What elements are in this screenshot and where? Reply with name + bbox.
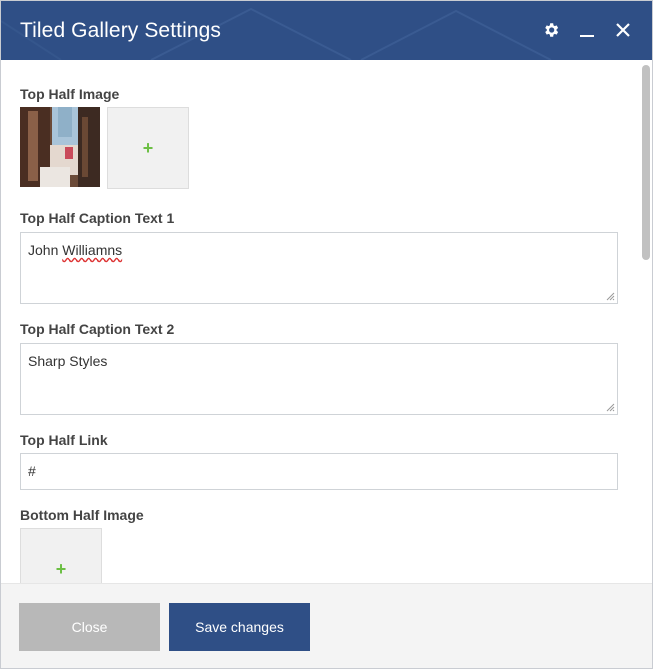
settings-dialog: Tiled Gallery Settings Top Half Image + … (0, 0, 653, 669)
close-button[interactable]: Close (19, 603, 160, 651)
scrollbar-thumb[interactable] (642, 65, 650, 260)
bottom-half-image-add-button[interactable]: + (20, 528, 102, 583)
caption1-label: Top Half Caption Text 1 (20, 210, 175, 226)
top-half-image-add-button[interactable]: + (107, 107, 189, 189)
title-controls (540, 19, 634, 41)
dialog-body: Top Half Image + Top Half Caption Text 1 (1, 60, 652, 583)
caption2-label: Top Half Caption Text 2 (20, 321, 175, 337)
caption2-text: Sharp Styles (28, 353, 108, 369)
caption1-textarea[interactable]: John Williamns (20, 232, 618, 304)
caption1-text-second: Williamns (62, 242, 123, 258)
dialog-footer: Close Save changes (1, 583, 652, 668)
minimize-icon[interactable] (576, 19, 598, 41)
dialog-title: Tiled Gallery Settings (20, 18, 222, 42)
gear-icon[interactable] (540, 19, 562, 41)
link-input[interactable]: # (20, 453, 618, 490)
caption2-textarea[interactable]: Sharp Styles (20, 343, 618, 415)
bottom-half-image-label: Bottom Half Image (20, 507, 144, 523)
dialog-titlebar: Tiled Gallery Settings (1, 1, 652, 60)
top-half-image-label: Top Half Image (20, 86, 120, 102)
close-icon[interactable] (612, 19, 634, 41)
caption1-text-first: John (28, 242, 59, 258)
top-half-image-thumbnail[interactable] (20, 107, 100, 187)
link-label: Top Half Link (20, 432, 108, 448)
resize-grip-icon[interactable] (606, 292, 615, 301)
resize-grip-icon[interactable] (606, 403, 615, 412)
save-changes-button[interactable]: Save changes (169, 603, 310, 651)
